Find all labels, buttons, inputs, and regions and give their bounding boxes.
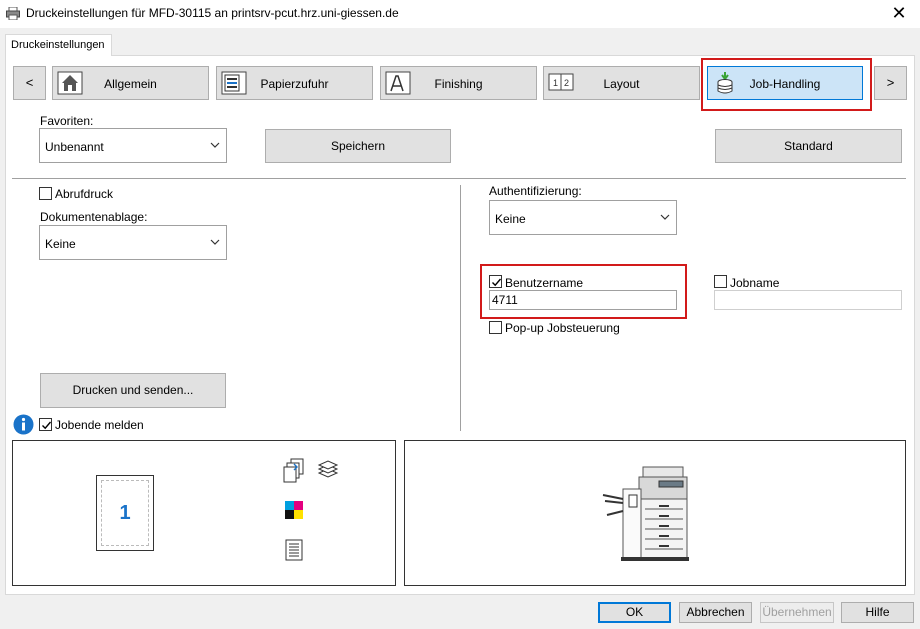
tab-layout-label: Layout [603,77,640,91]
jobname-checkbox[interactable] [714,275,727,288]
jobende-label: Jobende melden [55,418,144,432]
tab-job-handling[interactable]: Job-Handling [707,66,863,100]
tab-allgemein[interactable]: Allgemein [52,66,209,100]
jobende-checkbox[interactable] [39,418,52,431]
title-bar: Druckeinstellungen für MFD-30115 an prin… [0,0,920,28]
authentifizierung-value: Keine [495,212,526,226]
stack-icon [317,460,339,478]
jobname-input[interactable] [714,290,902,310]
nav-prev-button[interactable]: < [13,66,46,100]
chevron-down-icon [210,239,220,245]
tab-finishing[interactable]: Finishing [380,66,537,100]
printer-icon [6,7,20,20]
tab-finishing-label: Finishing [434,77,483,91]
ok-button[interactable]: OK [598,602,671,623]
nav-next-button[interactable]: > [874,66,907,100]
standard-button[interactable]: Standard [715,129,902,163]
favorites-label: Favoriten: [40,114,94,128]
info-icon [13,414,34,435]
jobname-label: Jobname [730,276,780,290]
popup-jobsteuerung-label: Pop-up Jobsteuerung [505,321,620,335]
authentifizierung-label: Authentifizierung: [489,184,582,198]
print-and-send-button[interactable]: Drucken und senden... [40,373,226,408]
chevron-down-icon [660,214,670,220]
tab-layout[interactable]: 1 2 Layout [543,66,700,100]
apply-button[interactable]: Übernehmen [760,602,834,623]
page-thumbnail: 1 [96,475,154,551]
window-title: Druckeinstellungen für MFD-30115 an prin… [26,6,399,20]
benutzername-input[interactable] [489,290,677,310]
cancel-button[interactable]: Abbrechen [679,602,752,623]
tab-job-handling-label: Job-Handling [749,77,821,91]
tab-papierzufuhr[interactable]: Papierzufuhr [216,66,373,100]
benutzername-checkbox[interactable] [489,275,502,288]
page-preview-panel: 1 [12,440,396,586]
tab-druckeinstellungen[interactable]: Druckeinstellungen [5,34,112,56]
favorites-value: Unbenannt [45,140,104,154]
printer-device-icon [602,466,689,561]
color-mode-icon [285,501,303,519]
benutzername-label: Benutzername [505,276,584,290]
document-icon [285,539,303,561]
divider [12,178,906,179]
authentifizierung-select[interactable]: Keine [489,200,677,235]
checkmark-icon [42,421,52,430]
chevron-down-icon [210,142,220,148]
tab-papierzufuhr-label: Papierzufuhr [260,77,329,91]
vertical-divider [460,185,461,431]
dokumentenablage-label: Dokumentenablage: [40,210,148,224]
dokumentenablage-value: Keine [45,237,76,251]
help-button[interactable]: Hilfe [841,602,914,623]
save-button[interactable]: Speichern [265,129,451,163]
abrufdruck-label: Abrufdruck [55,187,114,201]
popup-jobsteuerung-checkbox[interactable] [489,321,502,334]
abrufdruck-checkbox[interactable] [39,187,52,200]
dokumentenablage-select[interactable]: Keine [39,225,227,260]
checkmark-icon [492,278,502,287]
close-icon[interactable]: ✕ [884,2,914,26]
favorites-select[interactable]: Unbenannt [39,128,227,163]
collate-icon [283,458,304,483]
tab-allgemein-label: Allgemein [104,77,157,91]
printer-preview-panel [404,440,906,586]
page-number: 1 [119,502,131,524]
